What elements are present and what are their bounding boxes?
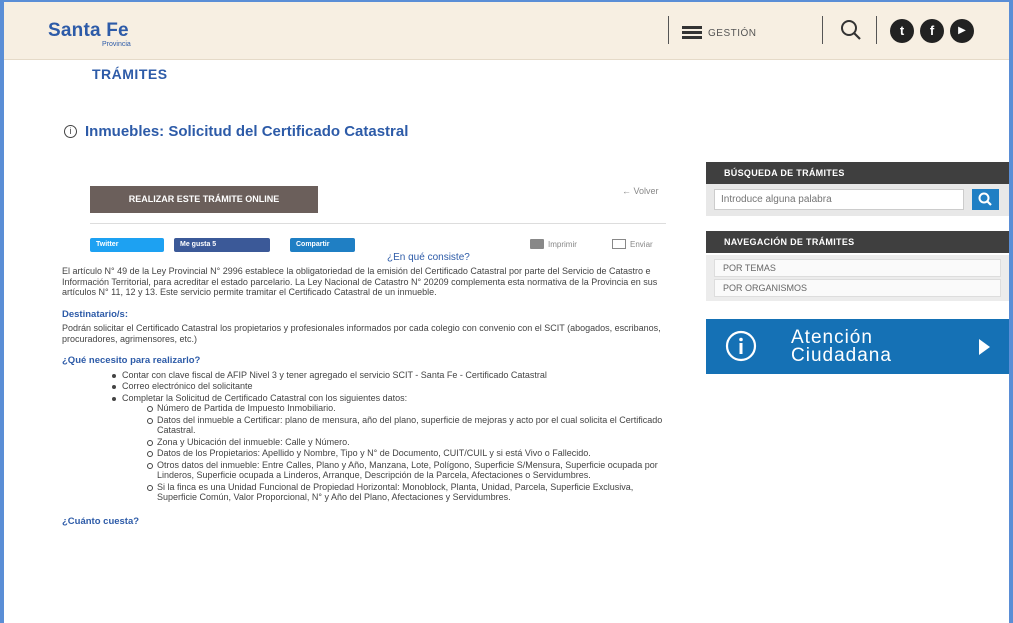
- hamburger-menu-icon[interactable]: [682, 26, 702, 39]
- nav-item-organismos[interactable]: POR ORGANISMOS: [714, 279, 1001, 297]
- header-divider: [876, 16, 877, 44]
- list-item: Si la finca es una Unidad Funcional de P…: [147, 482, 672, 503]
- logo-main-text: Santa Fe: [48, 20, 129, 41]
- navigation-list: POR TEMAS POR ORGANISMOS: [706, 255, 1009, 301]
- search-icon: [978, 192, 992, 206]
- search-procedures-heading: BÚSQUEDA DE TRÁMITES: [706, 162, 1009, 184]
- print-link[interactable]: Imprimir: [530, 239, 577, 249]
- print-label: Imprimir: [548, 239, 577, 249]
- twitter-share-button[interactable]: Twitter: [90, 238, 164, 252]
- list-item: Completar la Solicitud de Certificado Ca…: [112, 393, 672, 503]
- list-item: Contar con clave fiscal de AFIP Nivel 3 …: [112, 370, 672, 381]
- browser-frame: Santa Fe Provincia GESTIÓN t f ▶ TRÁMITE…: [0, 0, 1013, 623]
- requirements-list: Contar con clave fiscal de AFIP Nivel 3 …: [112, 370, 672, 503]
- destinatarios-heading: Destinatario/s:: [62, 308, 128, 320]
- site-header: Santa Fe Provincia GESTIÓN t f ▶: [4, 2, 1009, 60]
- info-icon: i: [64, 125, 77, 138]
- youtube-icon[interactable]: ▶: [950, 19, 974, 43]
- arrow-right-icon: [979, 339, 990, 355]
- cost-heading: ¿Cuánto cuesta?: [62, 515, 140, 527]
- section-title[interactable]: TRÁMITES: [92, 66, 168, 82]
- list-item: Correo electrónico del solicitante: [112, 381, 672, 392]
- list-item: Datos de los Propietarios: Apellido y No…: [147, 448, 672, 459]
- atencion-line2: Ciudadana: [791, 345, 892, 366]
- procedure-content: El artículo N° 49 de la Ley Provincial N…: [62, 266, 672, 530]
- facebook-like-button[interactable]: Me gusta 5: [174, 238, 270, 252]
- page-title-row: i Inmuebles: Solicitud del Certificado C…: [64, 123, 408, 140]
- nav-item-temas[interactable]: POR TEMAS: [714, 259, 1001, 277]
- search-icon[interactable]: [839, 16, 863, 44]
- consiste-text: El artículo N° 49 de la Ley Provincial N…: [62, 266, 658, 297]
- list-item: Número de Partida de Impuesto Inmobiliar…: [147, 403, 672, 414]
- search-submit-button[interactable]: [972, 189, 999, 210]
- search-input[interactable]: [714, 189, 964, 210]
- list-item-text: Completar la Solicitud de Certificado Ca…: [122, 392, 408, 403]
- destinatarios-text: Podrán solicitar el Certificado Catastra…: [62, 323, 661, 344]
- header-divider: [668, 16, 669, 44]
- divider: [90, 223, 666, 224]
- gestion-menu-link[interactable]: GESTIÓN: [708, 28, 757, 39]
- mail-icon: [612, 239, 626, 249]
- search-box: [706, 184, 1009, 216]
- online-procedure-button[interactable]: REALIZAR ESTE TRÁMITE ONLINE: [90, 186, 318, 213]
- send-link[interactable]: Enviar: [612, 239, 653, 249]
- info-bubble-icon: [725, 330, 757, 362]
- consiste-heading: ¿En qué consiste?: [387, 252, 470, 263]
- atencion-text: Atención Ciudadana: [791, 328, 892, 366]
- site-logo[interactable]: Santa Fe Provincia: [48, 20, 131, 48]
- atencion-ciudadana-banner[interactable]: Atención Ciudadana: [706, 319, 1009, 374]
- send-label: Enviar: [630, 239, 653, 249]
- list-item: Zona y Ubicación del inmueble: Calle y N…: [147, 437, 672, 448]
- printer-icon: [530, 239, 544, 249]
- twitter-icon[interactable]: t: [890, 19, 914, 43]
- header-divider: [822, 16, 823, 44]
- data-fields-list: Número de Partida de Impuesto Inmobiliar…: [147, 403, 672, 503]
- list-item: Datos del inmueble a Certificar: plano d…: [147, 415, 672, 436]
- navigation-heading: NAVEGACIÓN DE TRÁMITES: [706, 231, 1009, 253]
- facebook-icon[interactable]: f: [920, 19, 944, 43]
- list-item: Otros datos del inmueble: Entre Calles, …: [147, 460, 672, 481]
- share-button[interactable]: Compartir: [290, 238, 355, 252]
- requirements-heading: ¿Qué necesito para realizarlo?: [62, 355, 201, 366]
- back-link[interactable]: ← Volver: [622, 186, 659, 196]
- page-title: Inmuebles: Solicitud del Certificado Cat…: [85, 123, 409, 140]
- logo-sub-text: Provincia: [102, 41, 131, 48]
